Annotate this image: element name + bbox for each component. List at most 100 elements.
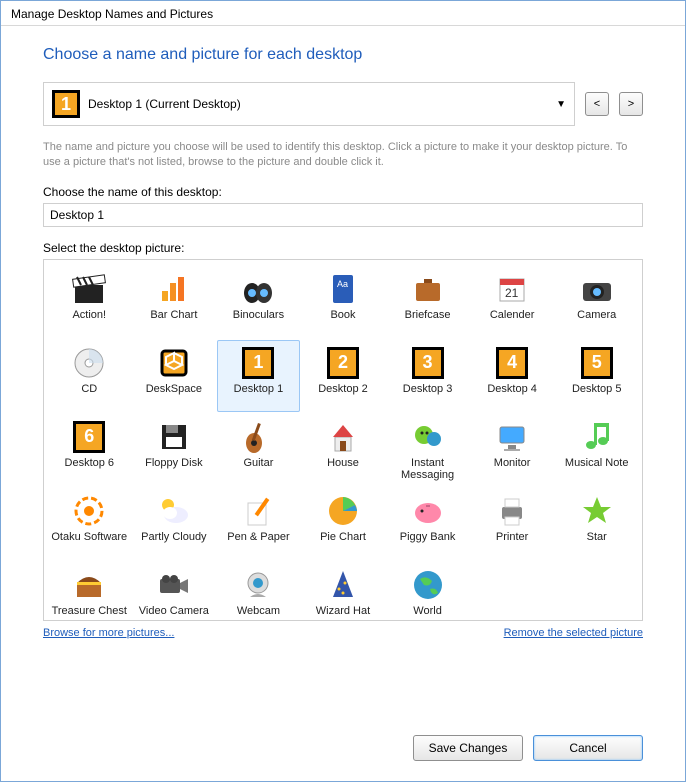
partly-cloudy-icon (156, 493, 192, 529)
picture-item[interactable]: 2Desktop 2 (302, 340, 385, 412)
briefcase-icon (410, 271, 446, 307)
desktop-6-icon: 6 (71, 419, 107, 455)
desktop-name-input[interactable] (43, 203, 643, 227)
picture-item-label: DeskSpace (146, 383, 202, 409)
monitor-icon (494, 419, 530, 455)
picture-item[interactable]: World (386, 562, 469, 634)
page-heading: Choose a name and picture for each deskt… (43, 46, 643, 64)
picture-item[interactable]: Floppy Disk (133, 414, 216, 486)
picture-item-label: Desktop 1 (234, 383, 284, 409)
desktop-badge-icon: 1 (52, 90, 80, 118)
house-icon (325, 419, 361, 455)
picture-item-label: Briefcase (405, 309, 451, 335)
picture-item[interactable]: Book (302, 266, 385, 338)
wizard-hat-icon (325, 567, 361, 603)
picture-item-label: Webcam (237, 605, 280, 631)
printer-icon (494, 493, 530, 529)
picture-item-label: CD (81, 383, 97, 409)
picture-grid: Action! Bar Chart Binoculars Book Briefcase C… (48, 266, 638, 634)
picture-item-label: Desktop 2 (318, 383, 368, 409)
picture-item[interactable]: Partly Cloudy (133, 488, 216, 560)
button-row: Save Changes Cancel (1, 717, 685, 781)
picture-item[interactable]: Star (555, 488, 638, 560)
book-icon (325, 271, 361, 307)
desktop-1-icon: 1 (240, 345, 276, 381)
picture-item-label: Camera (577, 309, 616, 335)
picture-item[interactable]: 4Desktop 4 (471, 340, 554, 412)
picture-item-label: Book (330, 309, 355, 335)
picture-item[interactable]: Bar Chart (133, 266, 216, 338)
picture-item-label: Desktop 6 (65, 457, 115, 483)
pen-paper-icon (240, 493, 276, 529)
desktop-combo-label: Desktop 1 (Current Desktop) (88, 97, 241, 111)
picture-item[interactable]: Pie Chart (302, 488, 385, 560)
picture-item[interactable]: Binoculars (217, 266, 300, 338)
cd-icon (71, 345, 107, 381)
browse-link[interactable]: Browse for more pictures... (43, 627, 174, 639)
dialog-window: Manage Desktop Names and Pictures Choose… (0, 0, 686, 782)
titlebar: Manage Desktop Names and Pictures (1, 1, 685, 26)
picture-item[interactable]: 6Desktop 6 (48, 414, 131, 486)
picture-item[interactable]: Instant Messaging (386, 414, 469, 486)
calendar-icon (494, 271, 530, 307)
picture-item-label: Desktop 5 (572, 383, 622, 409)
picture-item[interactable]: House (302, 414, 385, 486)
picture-item[interactable]: Wizard Hat (302, 562, 385, 634)
picture-item[interactable]: Calender (471, 266, 554, 338)
video-camera-icon (156, 567, 192, 603)
picture-item[interactable]: Video Camera (133, 562, 216, 634)
content-area: Choose a name and picture for each deskt… (1, 26, 685, 717)
picture-item[interactable]: Printer (471, 488, 554, 560)
picture-item-label: Guitar (243, 457, 273, 483)
desktop-5-icon: 5 (579, 345, 615, 381)
prev-desktop-button[interactable]: < (585, 92, 609, 116)
star-icon (579, 493, 615, 529)
picture-item-label: Musical Note (565, 457, 629, 483)
picture-item[interactable]: CD (48, 340, 131, 412)
picture-item[interactable]: 5Desktop 5 (555, 340, 638, 412)
picture-item-label: Bar Chart (150, 309, 197, 335)
picture-item[interactable]: Briefcase (386, 266, 469, 338)
musical-note-icon (579, 419, 615, 455)
camera-icon (579, 271, 615, 307)
piggy-bank-icon (410, 493, 446, 529)
next-desktop-button[interactable]: > (619, 92, 643, 116)
window-title: Manage Desktop Names and Pictures (11, 7, 213, 21)
help-text: The name and picture you choose will be … (43, 140, 643, 171)
picture-item-label: Partly Cloudy (141, 531, 206, 557)
picture-item-label: Desktop 4 (487, 383, 537, 409)
picture-item[interactable]: Otaku Software (48, 488, 131, 560)
picture-item[interactable]: Treasure Chest (48, 562, 131, 634)
picture-item[interactable]: Monitor (471, 414, 554, 486)
picture-item[interactable]: 3Desktop 3 (386, 340, 469, 412)
picture-item[interactable]: Musical Note (555, 414, 638, 486)
picture-item[interactable]: DeskSpace (133, 340, 216, 412)
picture-item-label: Printer (496, 531, 528, 557)
picture-item[interactable]: Camera (555, 266, 638, 338)
picture-item[interactable]: Piggy Bank (386, 488, 469, 560)
picture-item[interactable]: Guitar (217, 414, 300, 486)
chevron-down-icon: ▼ (556, 99, 566, 110)
desktop-2-icon: 2 (325, 345, 361, 381)
picture-field-label: Select the desktop picture: (43, 241, 643, 255)
picture-item-label: Piggy Bank (400, 531, 456, 557)
remove-link[interactable]: Remove the selected picture (504, 627, 643, 639)
save-button[interactable]: Save Changes (413, 735, 523, 761)
desktop-combo[interactable]: 1 Desktop 1 (Current Desktop) ▼ (43, 82, 575, 126)
floppy-disk-icon (156, 419, 192, 455)
picture-item-label: House (327, 457, 359, 483)
cancel-button[interactable]: Cancel (533, 735, 643, 761)
desktop-selector-row: 1 Desktop 1 (Current Desktop) ▼ < > (43, 82, 643, 126)
picture-item[interactable]: Action! (48, 266, 131, 338)
world-icon (410, 567, 446, 603)
treasure-chest-icon (71, 567, 107, 603)
picture-item-label: Pie Chart (320, 531, 366, 557)
desktop-3-icon: 3 (410, 345, 446, 381)
deskspace-icon (156, 345, 192, 381)
picture-picker: Action! Bar Chart Binoculars Book Briefcase C… (43, 259, 643, 621)
pie-chart-icon (325, 493, 361, 529)
picture-item[interactable]: Webcam (217, 562, 300, 634)
picture-item-label: Floppy Disk (145, 457, 202, 483)
picture-item[interactable]: 1Desktop 1 (217, 340, 300, 412)
picture-item[interactable]: Pen & Paper (217, 488, 300, 560)
